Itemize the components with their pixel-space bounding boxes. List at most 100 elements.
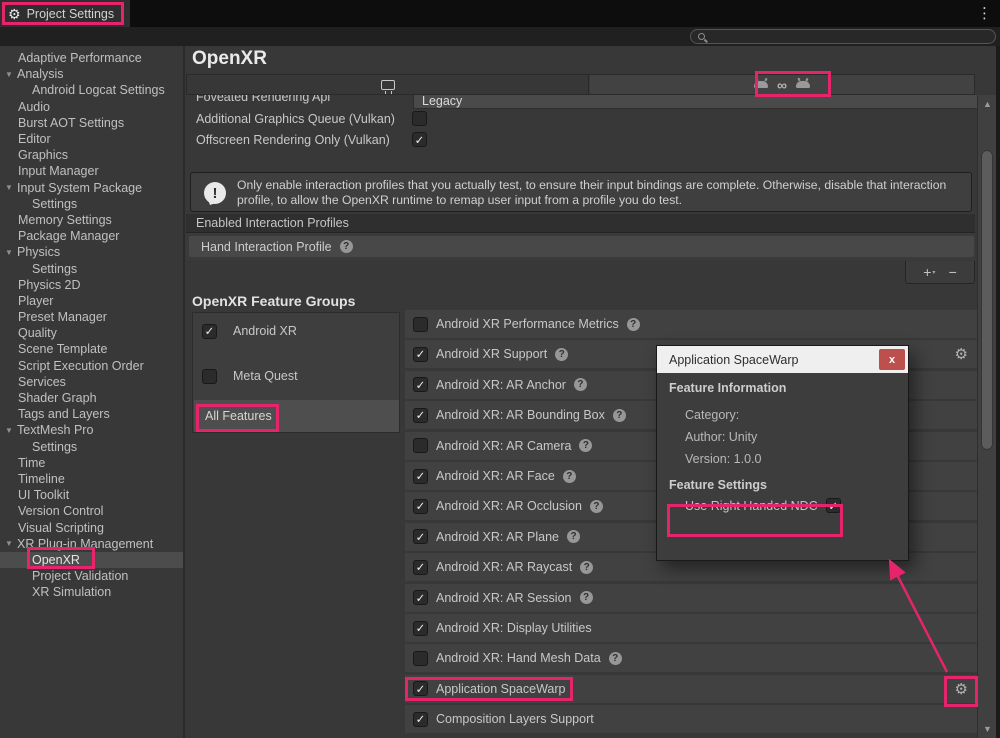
ndc-label: Use Right Handed NDC: [685, 499, 818, 513]
close-icon[interactable]: x: [879, 349, 905, 370]
scrollbar-thumb[interactable]: [981, 150, 993, 450]
sidebar-item-timeline[interactable]: Timeline: [0, 471, 183, 487]
help-icon[interactable]: ?: [580, 591, 593, 604]
sidebar-item-quality[interactable]: Quality: [0, 325, 183, 341]
scroll-up-icon[interactable]: ▲: [978, 99, 997, 109]
sidebar-item-openxr[interactable]: OpenXR: [0, 552, 183, 568]
sidebar-item-analysis[interactable]: ▼Analysis: [0, 66, 183, 82]
sidebar-item-adaptive-performance[interactable]: Adaptive Performance: [0, 50, 183, 66]
feature-checkbox[interactable]: [413, 438, 428, 453]
help-icon[interactable]: ?: [609, 652, 622, 665]
help-icon[interactable]: ?: [613, 409, 626, 422]
feature-checkbox[interactable]: [413, 529, 428, 544]
sidebar-item-time[interactable]: Time: [0, 455, 183, 471]
sidebar-item-physics[interactable]: ▼Physics: [0, 244, 183, 260]
sidebar-item-services[interactable]: Services: [0, 374, 183, 390]
foldout-arrow-icon[interactable]: ▼: [5, 183, 17, 192]
help-icon[interactable]: ?: [563, 470, 576, 483]
feature-label: Composition Layers Support: [436, 712, 594, 726]
sidebar-item-input-manager[interactable]: Input Manager: [0, 163, 183, 179]
sidebar-item-burst-aot-settings[interactable]: Burst AOT Settings: [0, 115, 183, 131]
sidebar-item-label: Memory Settings: [18, 213, 112, 227]
sidebar-item-editor[interactable]: Editor: [0, 131, 183, 147]
sidebar-item-memory-settings[interactable]: Memory Settings: [0, 212, 183, 228]
sidebar-item-tags-and-layers[interactable]: Tags and Layers: [0, 406, 183, 422]
sidebar-item-settings[interactable]: Settings: [0, 196, 183, 212]
feature-checkbox[interactable]: [413, 408, 428, 423]
help-icon[interactable]: ?: [627, 318, 640, 331]
help-icon[interactable]: ?: [590, 500, 603, 513]
sidebar-item-label: Timeline: [18, 472, 65, 486]
sidebar-item-script-execution-order[interactable]: Script Execution Order: [0, 358, 183, 374]
feature-gear-icon[interactable]: ⚙: [955, 345, 968, 363]
foldout-arrow-icon[interactable]: ▼: [5, 70, 17, 79]
help-icon[interactable]: ?: [555, 348, 568, 361]
sidebar-item-visual-scripting[interactable]: Visual Scripting: [0, 519, 183, 535]
vertical-scrollbar[interactable]: ▲ ▼: [977, 95, 996, 738]
popup-titlebar: Application SpaceWarp x: [657, 346, 908, 373]
sidebar-item-version-control[interactable]: Version Control: [0, 503, 183, 519]
feature-settings-popup: Application SpaceWarp x Feature Informat…: [656, 345, 909, 561]
feature-label: Android XR: AR Camera: [436, 439, 571, 453]
help-icon[interactable]: ?: [567, 530, 580, 543]
sidebar-item-scene-template[interactable]: Scene Template: [0, 341, 183, 357]
sidebar-item-textmesh-pro[interactable]: ▼TextMesh Pro: [0, 422, 183, 438]
window-titlebar: ⚙ Project Settings ⋮: [0, 0, 1000, 27]
feature-gear-icon[interactable]: ⚙: [955, 680, 968, 698]
tab-desktop[interactable]: [187, 75, 589, 94]
feature-label: Android XR: AR Occlusion: [436, 499, 582, 513]
sidebar-item-settings[interactable]: Settings: [0, 439, 183, 455]
sidebar-item-xr-simulation[interactable]: XR Simulation: [0, 584, 183, 600]
search-icon: [698, 33, 705, 40]
sidebar-item-shader-graph[interactable]: Shader Graph: [0, 390, 183, 406]
sidebar-item-graphics[interactable]: Graphics: [0, 147, 183, 163]
feature-checkbox[interactable]: [413, 317, 428, 332]
feature-checkbox[interactable]: [413, 681, 428, 696]
kebab-menu-icon[interactable]: ⋮: [977, 4, 992, 22]
sidebar-item-label: Android Logcat Settings: [32, 83, 165, 97]
help-icon[interactable]: ?: [574, 378, 587, 391]
sidebar-divider: [183, 46, 185, 738]
feature-checkbox[interactable]: [413, 590, 428, 605]
feature-row-android-xr-display-utilities: Android XR: Display Utilities: [405, 614, 977, 642]
tab-xr-platforms[interactable]: ∞: [590, 75, 974, 94]
foldout-arrow-icon[interactable]: ▼: [5, 248, 17, 257]
foldout-arrow-icon[interactable]: ▼: [5, 539, 17, 548]
feature-checkbox[interactable]: [413, 560, 428, 575]
sidebar-item-label: XR Plug-in Management: [17, 537, 153, 551]
foldout-arrow-icon[interactable]: ▼: [5, 426, 17, 435]
window-title: Project Settings: [27, 7, 115, 21]
sidebar-item-package-manager[interactable]: Package Manager: [0, 228, 183, 244]
sidebar-item-input-system-package[interactable]: ▼Input System Package: [0, 180, 183, 196]
feature-checkbox[interactable]: [413, 712, 428, 727]
search-input[interactable]: [690, 29, 996, 44]
project-settings-tab[interactable]: ⚙ Project Settings: [0, 0, 130, 27]
scroll-down-icon[interactable]: ▼: [978, 724, 997, 734]
feature-settings-header: Feature Settings: [669, 478, 767, 492]
feature-checkbox[interactable]: [413, 377, 428, 392]
toolbar: [0, 27, 1000, 46]
sidebar-item-settings[interactable]: Settings: [0, 260, 183, 276]
feature-checkbox[interactable]: [413, 651, 428, 666]
sidebar-item-android-logcat-settings[interactable]: Android Logcat Settings: [0, 82, 183, 98]
window-right-edge: [996, 46, 1000, 738]
version-text: Version: 1.0.0: [685, 452, 761, 466]
sidebar-item-label: Version Control: [18, 504, 103, 518]
sidebar-item-audio[interactable]: Audio: [0, 99, 183, 115]
feature-checkbox[interactable]: [413, 469, 428, 484]
sidebar-item-preset-manager[interactable]: Preset Manager: [0, 309, 183, 325]
feature-label: Android XR Performance Metrics: [436, 317, 619, 331]
help-icon[interactable]: ?: [579, 439, 592, 452]
ndc-checkbox[interactable]: [826, 498, 841, 513]
feature-checkbox[interactable]: [413, 499, 428, 514]
sidebar-item-xr-plug-in-management[interactable]: ▼XR Plug-in Management: [0, 536, 183, 552]
sidebar-item-label: Visual Scripting: [18, 521, 104, 535]
sidebar-item-physics-2d[interactable]: Physics 2D: [0, 277, 183, 293]
feature-checkbox[interactable]: [413, 621, 428, 636]
sidebar-item-project-validation[interactable]: Project Validation: [0, 568, 183, 584]
sidebar-item-ui-toolkit[interactable]: UI Toolkit: [0, 487, 183, 503]
help-icon[interactable]: ?: [580, 561, 593, 574]
feature-checkbox[interactable]: [413, 347, 428, 362]
sidebar-item-player[interactable]: Player: [0, 293, 183, 309]
feature-label: Android XR: AR Raycast: [436, 560, 572, 574]
